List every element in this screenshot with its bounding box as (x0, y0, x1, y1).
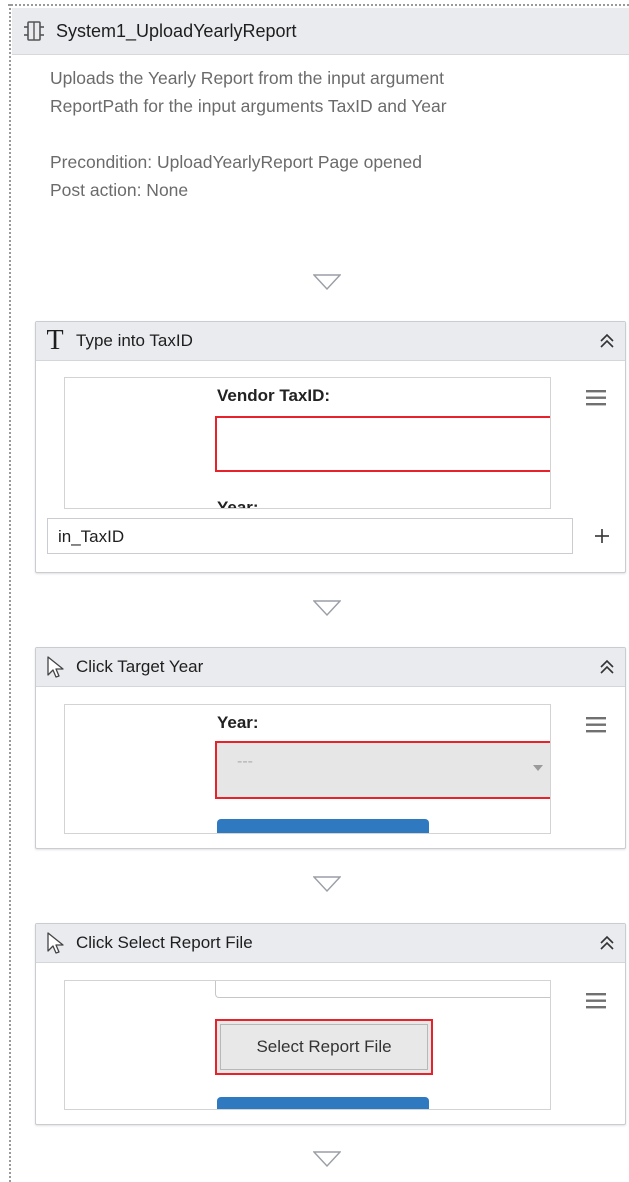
annotation-post-action: Post action: None (50, 180, 189, 200)
annotation-precondition: Precondition: UploadYearlyReport Page op… (50, 152, 422, 172)
sequence-border-left (9, 4, 11, 1182)
click-cursor-icon (47, 656, 64, 678)
select-value: --- (237, 753, 253, 770)
target-screenshot-preview[interactable]: Year: --- (64, 704, 551, 834)
highlighted-select-file-button: Select Report File (215, 1019, 433, 1075)
activity-header[interactable]: Click Target Year (36, 648, 625, 687)
preview-cut-label: Year: (217, 498, 259, 509)
sequence-border-top (8, 4, 629, 6)
flow-arrow-down-icon (313, 1151, 341, 1167)
sequence-icon (24, 21, 44, 41)
activity-click-select-report-file[interactable]: Click Select Report File Select Report F… (35, 923, 626, 1125)
workflow-designer-canvas: System1_UploadYearlyReport Uploads the Y… (0, 0, 629, 1182)
annotation-line: Uploads the Yearly Report from the input… (50, 68, 444, 88)
activity-click-target-year[interactable]: Click Target Year Year: --- (35, 647, 626, 849)
sequence-title: System1_UploadYearlyReport (56, 20, 297, 41)
preview-blue-button (217, 819, 429, 833)
preview-button-label: Select Report File (256, 1037, 392, 1056)
flow-arrow-down-icon (313, 600, 341, 616)
sequence-annotation: Uploads the Yearly Report from the input… (50, 64, 610, 204)
highlighted-target-select: --- (215, 741, 550, 799)
preview-label: Year: (217, 713, 259, 732)
preview-label: Vendor TaxID: (217, 386, 331, 405)
target-screenshot-preview[interactable]: Vendor TaxID: Year: (64, 377, 551, 509)
preview-blue-button (217, 1097, 429, 1109)
collapse-chevron-icon[interactable] (599, 658, 615, 676)
hamburger-menu-icon[interactable] (585, 388, 607, 408)
activity-type-into-taxid[interactable]: T Type into TaxID Vendor TaxID: Year: in… (35, 321, 626, 573)
type-into-icon: T (46, 325, 64, 356)
click-cursor-icon (47, 932, 64, 954)
activity-header[interactable]: Click Select Report File (36, 924, 625, 963)
hamburger-menu-icon[interactable] (585, 991, 607, 1011)
activity-header[interactable]: T Type into TaxID (36, 322, 625, 361)
sequence-header[interactable]: System1_UploadYearlyReport (12, 8, 629, 55)
text-argument-input[interactable]: in_TaxID (47, 518, 573, 554)
annotation-line: ReportPath for the input arguments TaxID… (50, 96, 447, 116)
highlighted-target-field (215, 416, 550, 472)
flow-arrow-down-icon (313, 876, 341, 892)
activity-title: Click Target Year (76, 657, 204, 676)
preview-field-edge (215, 981, 550, 998)
collapse-chevron-icon[interactable] (599, 934, 615, 952)
plus-icon[interactable] (593, 527, 611, 545)
activity-title: Type into TaxID (76, 331, 193, 350)
target-screenshot-preview[interactable]: Select Report File (64, 980, 551, 1110)
collapse-chevron-icon[interactable] (599, 332, 615, 350)
hamburger-menu-icon[interactable] (585, 715, 607, 735)
flow-arrow-down-icon (313, 274, 341, 290)
select-caret-icon (533, 765, 543, 771)
activity-title: Click Select Report File (76, 933, 253, 952)
